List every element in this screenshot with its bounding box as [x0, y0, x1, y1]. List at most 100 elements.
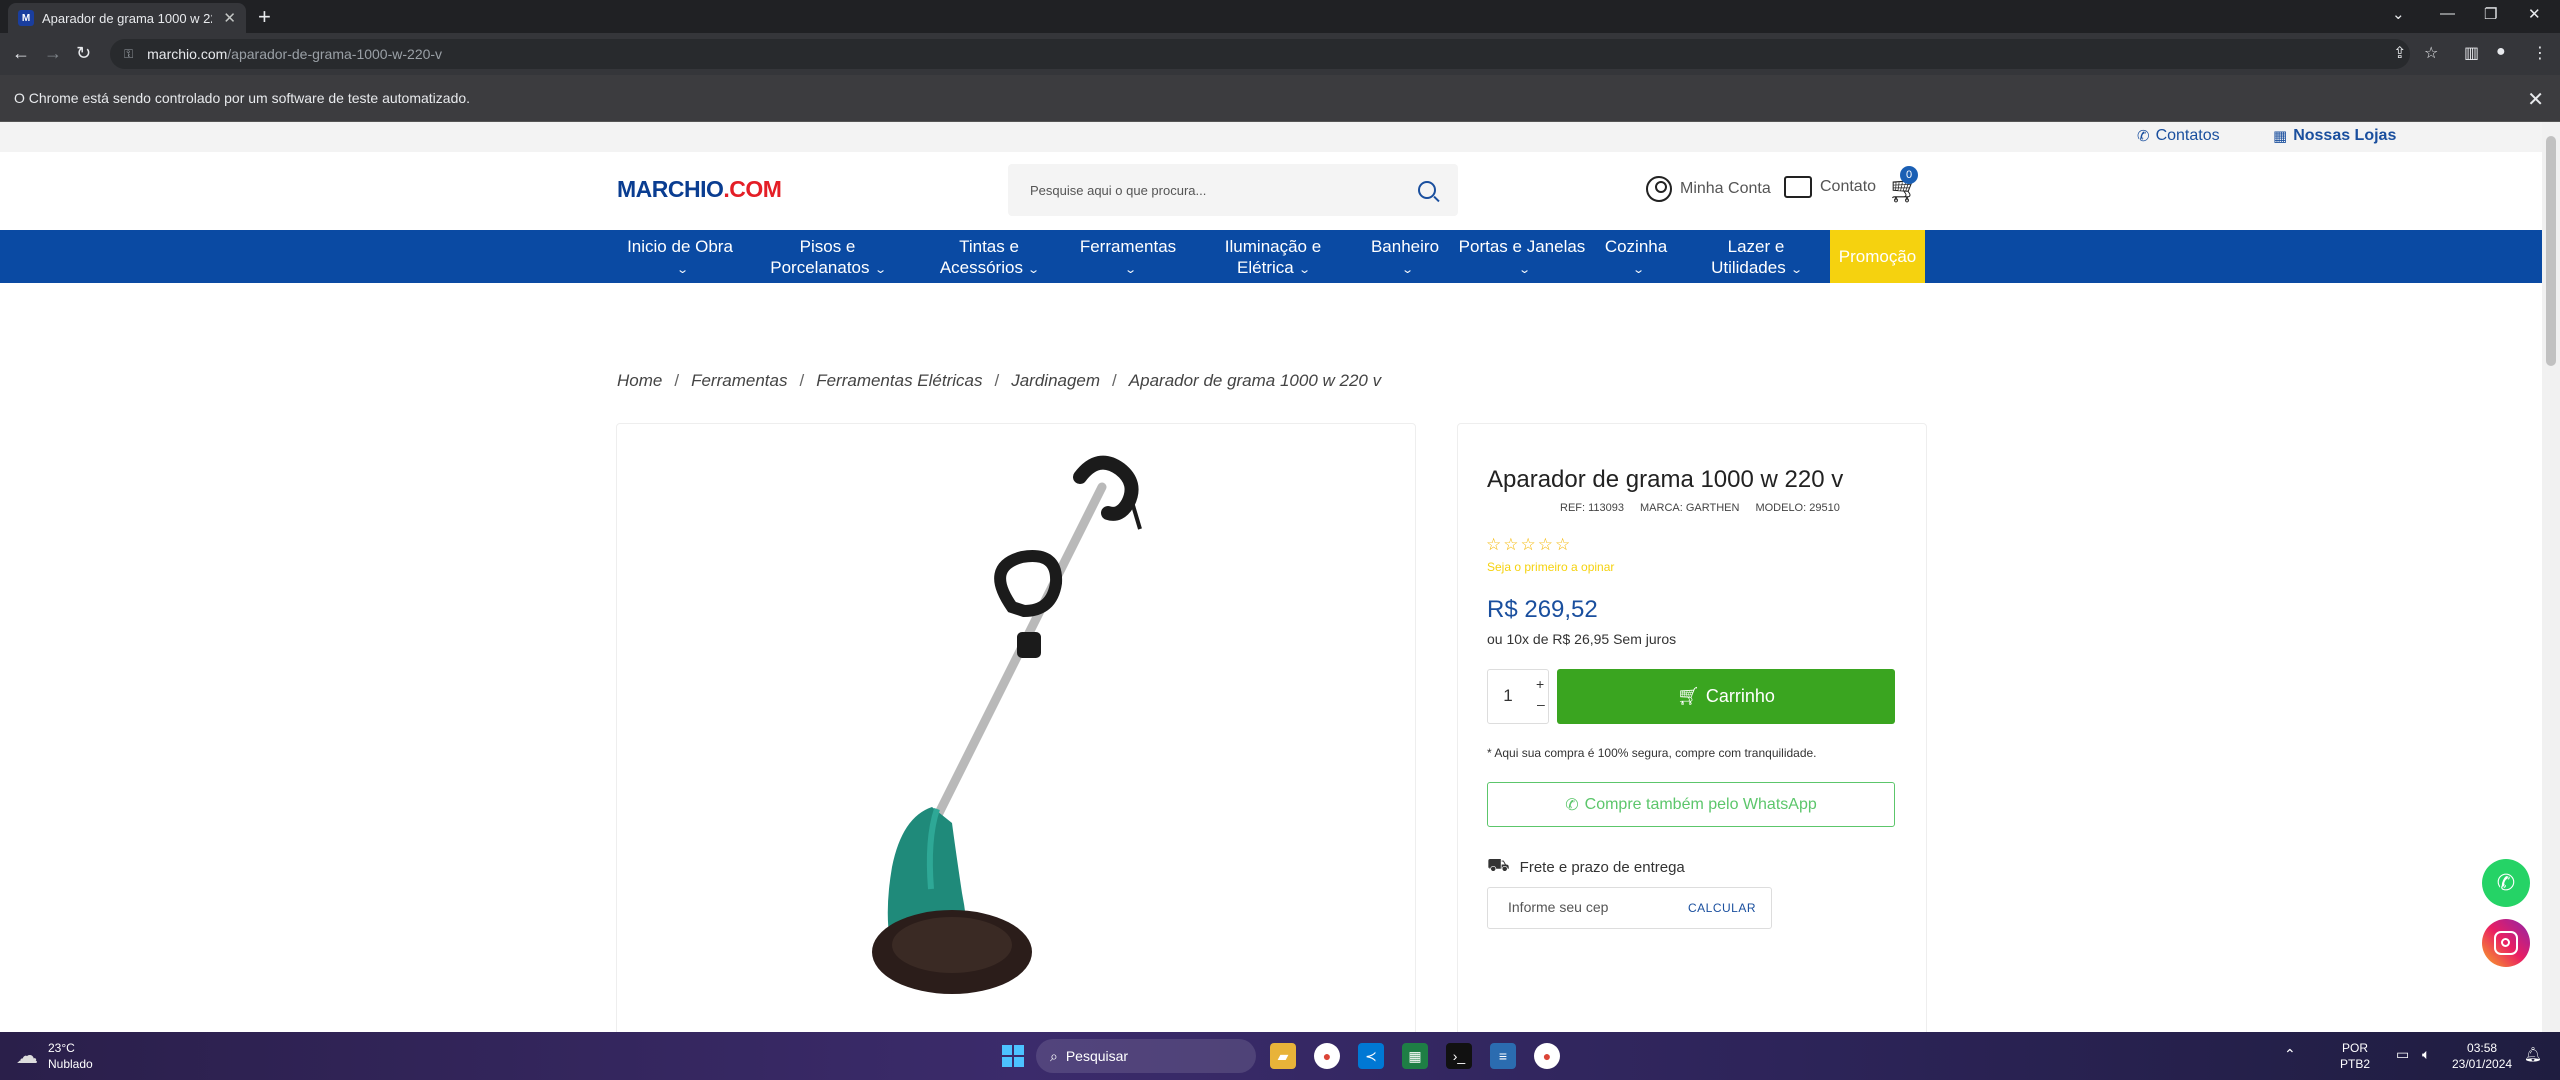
windows-taskbar: ☁ 23°C Nublado ⌕ Pesquisar ▰ ● ≺ ▦ ›_ ≡ …: [0, 1032, 2560, 1080]
account-link[interactable]: Minha Conta: [1646, 176, 1771, 202]
weather-widget[interactable]: ☁ 23°C Nublado: [16, 1040, 93, 1072]
stores-link[interactable]: ▦ Nossas Lojas: [2273, 127, 2396, 145]
site-header: MARCHIO.COM Minha Conta Contato 🛒︎ 0: [0, 152, 2542, 230]
cep-input[interactable]: [1508, 899, 1668, 915]
menu-item-promocao[interactable]: Promoção: [1830, 230, 1925, 283]
restore-icon[interactable]: ❐: [2484, 5, 2497, 23]
quantity-stepper[interactable]: 1 + –: [1487, 669, 1549, 724]
first-review-link[interactable]: Seja o primeiro a opinar: [1487, 560, 1614, 574]
automation-infobar: O Chrome está sendo controlado por um so…: [0, 75, 2560, 122]
menu-item-portas[interactable]: Portas e Janelas ⌄: [1458, 236, 1586, 281]
product-image[interactable]: [812, 447, 1172, 1007]
menu-item-iluminacao[interactable]: Iluminação e Elétrica ⌄: [1208, 236, 1338, 281]
tab-close-icon[interactable]: ✕: [223, 9, 236, 27]
whatsapp-buy-button[interactable]: ✆ Compre também pelo WhatsApp: [1487, 782, 1895, 827]
shipping-section: ⛟ Frete e prazo de entrega: [1487, 855, 1685, 879]
calculate-button[interactable]: CALCULAR: [1688, 901, 1756, 915]
menu-item-banheiro[interactable]: Banheiro ⌄: [1362, 236, 1448, 281]
instagram-float-button[interactable]: [2482, 919, 2530, 967]
breadcrumb-ferramentas[interactable]: Ferramentas: [691, 371, 787, 391]
browser-tab-strip: M Aparador de grama 1000 w 220 ✕ + ⌄ — ❐…: [0, 0, 2560, 33]
whatsapp-float-button[interactable]: ✆: [2482, 859, 2530, 907]
file-explorer-icon[interactable]: ▰: [1270, 1043, 1296, 1069]
windows-start-icon[interactable]: [1002, 1045, 1024, 1067]
whatsapp-icon: ✆: [2496, 870, 2516, 895]
menu-item-pisos[interactable]: Pisos e Porcelanatos ⌄: [760, 236, 895, 281]
vscode-icon[interactable]: ≺: [1358, 1043, 1384, 1069]
language-indicator[interactable]: POR PTB2: [2340, 1040, 2370, 1072]
breadcrumb-jardinagem[interactable]: Jardinagem: [1011, 371, 1100, 391]
reload-icon[interactable]: ↻: [76, 43, 91, 63]
product-brand: MARCA: GARTHEN: [1640, 502, 1740, 514]
bookmark-star-icon[interactable]: ☆: [2424, 43, 2438, 63]
menu-item-ferramentas[interactable]: Ferramentas ⌄: [1070, 236, 1186, 281]
marchio-favicon-icon: M: [18, 10, 34, 26]
quantity-minus-icon[interactable]: –: [1537, 696, 1545, 712]
terminal-icon[interactable]: ›_: [1446, 1043, 1472, 1069]
marchio-logo[interactable]: MARCHIO.COM: [617, 176, 782, 203]
account-label: Minha Conta: [1680, 180, 1771, 197]
installments-text: ou 10x de R$ 26,95 Sem juros: [1487, 631, 1677, 647]
taskbar-search[interactable]: ⌕ Pesquisar: [1036, 1039, 1256, 1073]
product-title: Aparador de grama 1000 w 220 v: [1487, 466, 1844, 493]
browser-tab[interactable]: M Aparador de grama 1000 w 220 ✕: [8, 3, 246, 33]
category-menu: Inicio de Obra ⌄ Pisos e Porcelanatos ⌄ Tin…: [0, 230, 2542, 283]
contacts-label: Contatos: [2155, 127, 2220, 144]
product-price: R$ 269,52: [1487, 596, 1598, 623]
clock[interactable]: 03:58 23/01/2024: [2452, 1040, 2512, 1072]
quantity-value[interactable]: 1: [1488, 686, 1528, 706]
side-panel-icon[interactable]: ▥: [2464, 43, 2479, 63]
tab-title: Aparador de grama 1000 w 220: [42, 10, 212, 26]
notifications-icon[interactable]: 🔔︎: [2524, 1046, 2542, 1062]
add-to-cart-button[interactable]: 🛒︎ Carrinho: [1557, 669, 1895, 724]
forward-icon[interactable]: →: [44, 43, 62, 63]
breadcrumb-ferramentas-eletricas[interactable]: Ferramentas Elétricas: [816, 371, 982, 391]
volume-icon[interactable]: 🔈︎: [2422, 1046, 2430, 1062]
tray-overflow-icon[interactable]: ⌃: [2284, 1046, 2296, 1062]
contact-link[interactable]: Contato: [1784, 176, 1876, 198]
search-input[interactable]: [1030, 182, 1418, 198]
url-field[interactable]: ⚿ marchio.com/aparador-de-grama-1000-w-2…: [110, 39, 2410, 69]
site-info-icon[interactable]: ⚿: [124, 47, 133, 62]
chrome-active-icon[interactable]: ●: [1534, 1043, 1560, 1069]
share-icon[interactable]: ⇪: [2393, 43, 2406, 63]
product-ref: REF: 113093: [1560, 502, 1625, 514]
page-scrollbar[interactable]: [2542, 122, 2560, 1032]
menu-item-lazer[interactable]: Lazer e Utilidades ⌄: [1700, 236, 1812, 281]
instagram-icon: [2494, 931, 2518, 955]
new-tab-icon[interactable]: +: [258, 6, 271, 28]
cep-box: CALCULAR: [1487, 887, 1772, 929]
stores-label: Nossas Lojas: [2293, 127, 2397, 144]
breadcrumb: Home / Ferramentas / Ferramentas Elétricas…: [617, 371, 1382, 391]
cart-count-badge: 0: [1900, 166, 1918, 184]
breadcrumb-home[interactable]: Home: [617, 371, 662, 391]
menu-item-tintas[interactable]: Tintas e Acessórios ⌄: [924, 236, 1054, 281]
tab-search-icon[interactable]: ⌄: [2392, 5, 2405, 23]
rating-stars[interactable]: ☆☆☆☆☆: [1486, 535, 1572, 555]
sheets-icon[interactable]: ▦: [1402, 1043, 1428, 1069]
url-path: /aparador-de-grama-1000-w-220-v: [227, 46, 443, 62]
top-strip: ✆ Contatos ▦ Nossas Lojas: [0, 122, 2542, 152]
back-icon[interactable]: ←: [12, 43, 30, 63]
network-icon[interactable]: ▭: [2396, 1046, 2409, 1062]
date: 23/01/2024: [2452, 1057, 2513, 1071]
cart-icon: 🛒︎: [1677, 686, 1700, 706]
menu-item-cozinha[interactable]: Cozinha ⌄: [1598, 236, 1674, 281]
scrollbar-thumb[interactable]: [2546, 136, 2556, 366]
profile-icon[interactable]: ●: [2496, 43, 2506, 61]
chrome-menu-icon[interactable]: ⋮: [2532, 43, 2548, 63]
menu-item-inicio-de-obra[interactable]: Inicio de Obra ⌄: [620, 236, 740, 281]
phone-icon: ✆: [2137, 128, 2150, 145]
quantity-plus-icon[interactable]: +: [1536, 676, 1544, 692]
search-icon: ⌕: [1050, 1047, 1058, 1064]
contacts-link[interactable]: ✆ Contatos: [2137, 127, 2220, 145]
chrome-taskbar-icon[interactable]: ●: [1314, 1043, 1340, 1069]
infobar-close-icon[interactable]: ✕: [2527, 87, 2544, 112]
minimize-icon[interactable]: —: [2440, 5, 2455, 22]
search-box: [1008, 164, 1458, 216]
window-close-icon[interactable]: ✕: [2528, 5, 2541, 23]
search-icon[interactable]: [1418, 181, 1436, 199]
temperature: 23°C: [48, 1041, 75, 1055]
notepad-icon[interactable]: ≡: [1490, 1043, 1516, 1069]
weather-condition: Nublado: [48, 1057, 93, 1071]
